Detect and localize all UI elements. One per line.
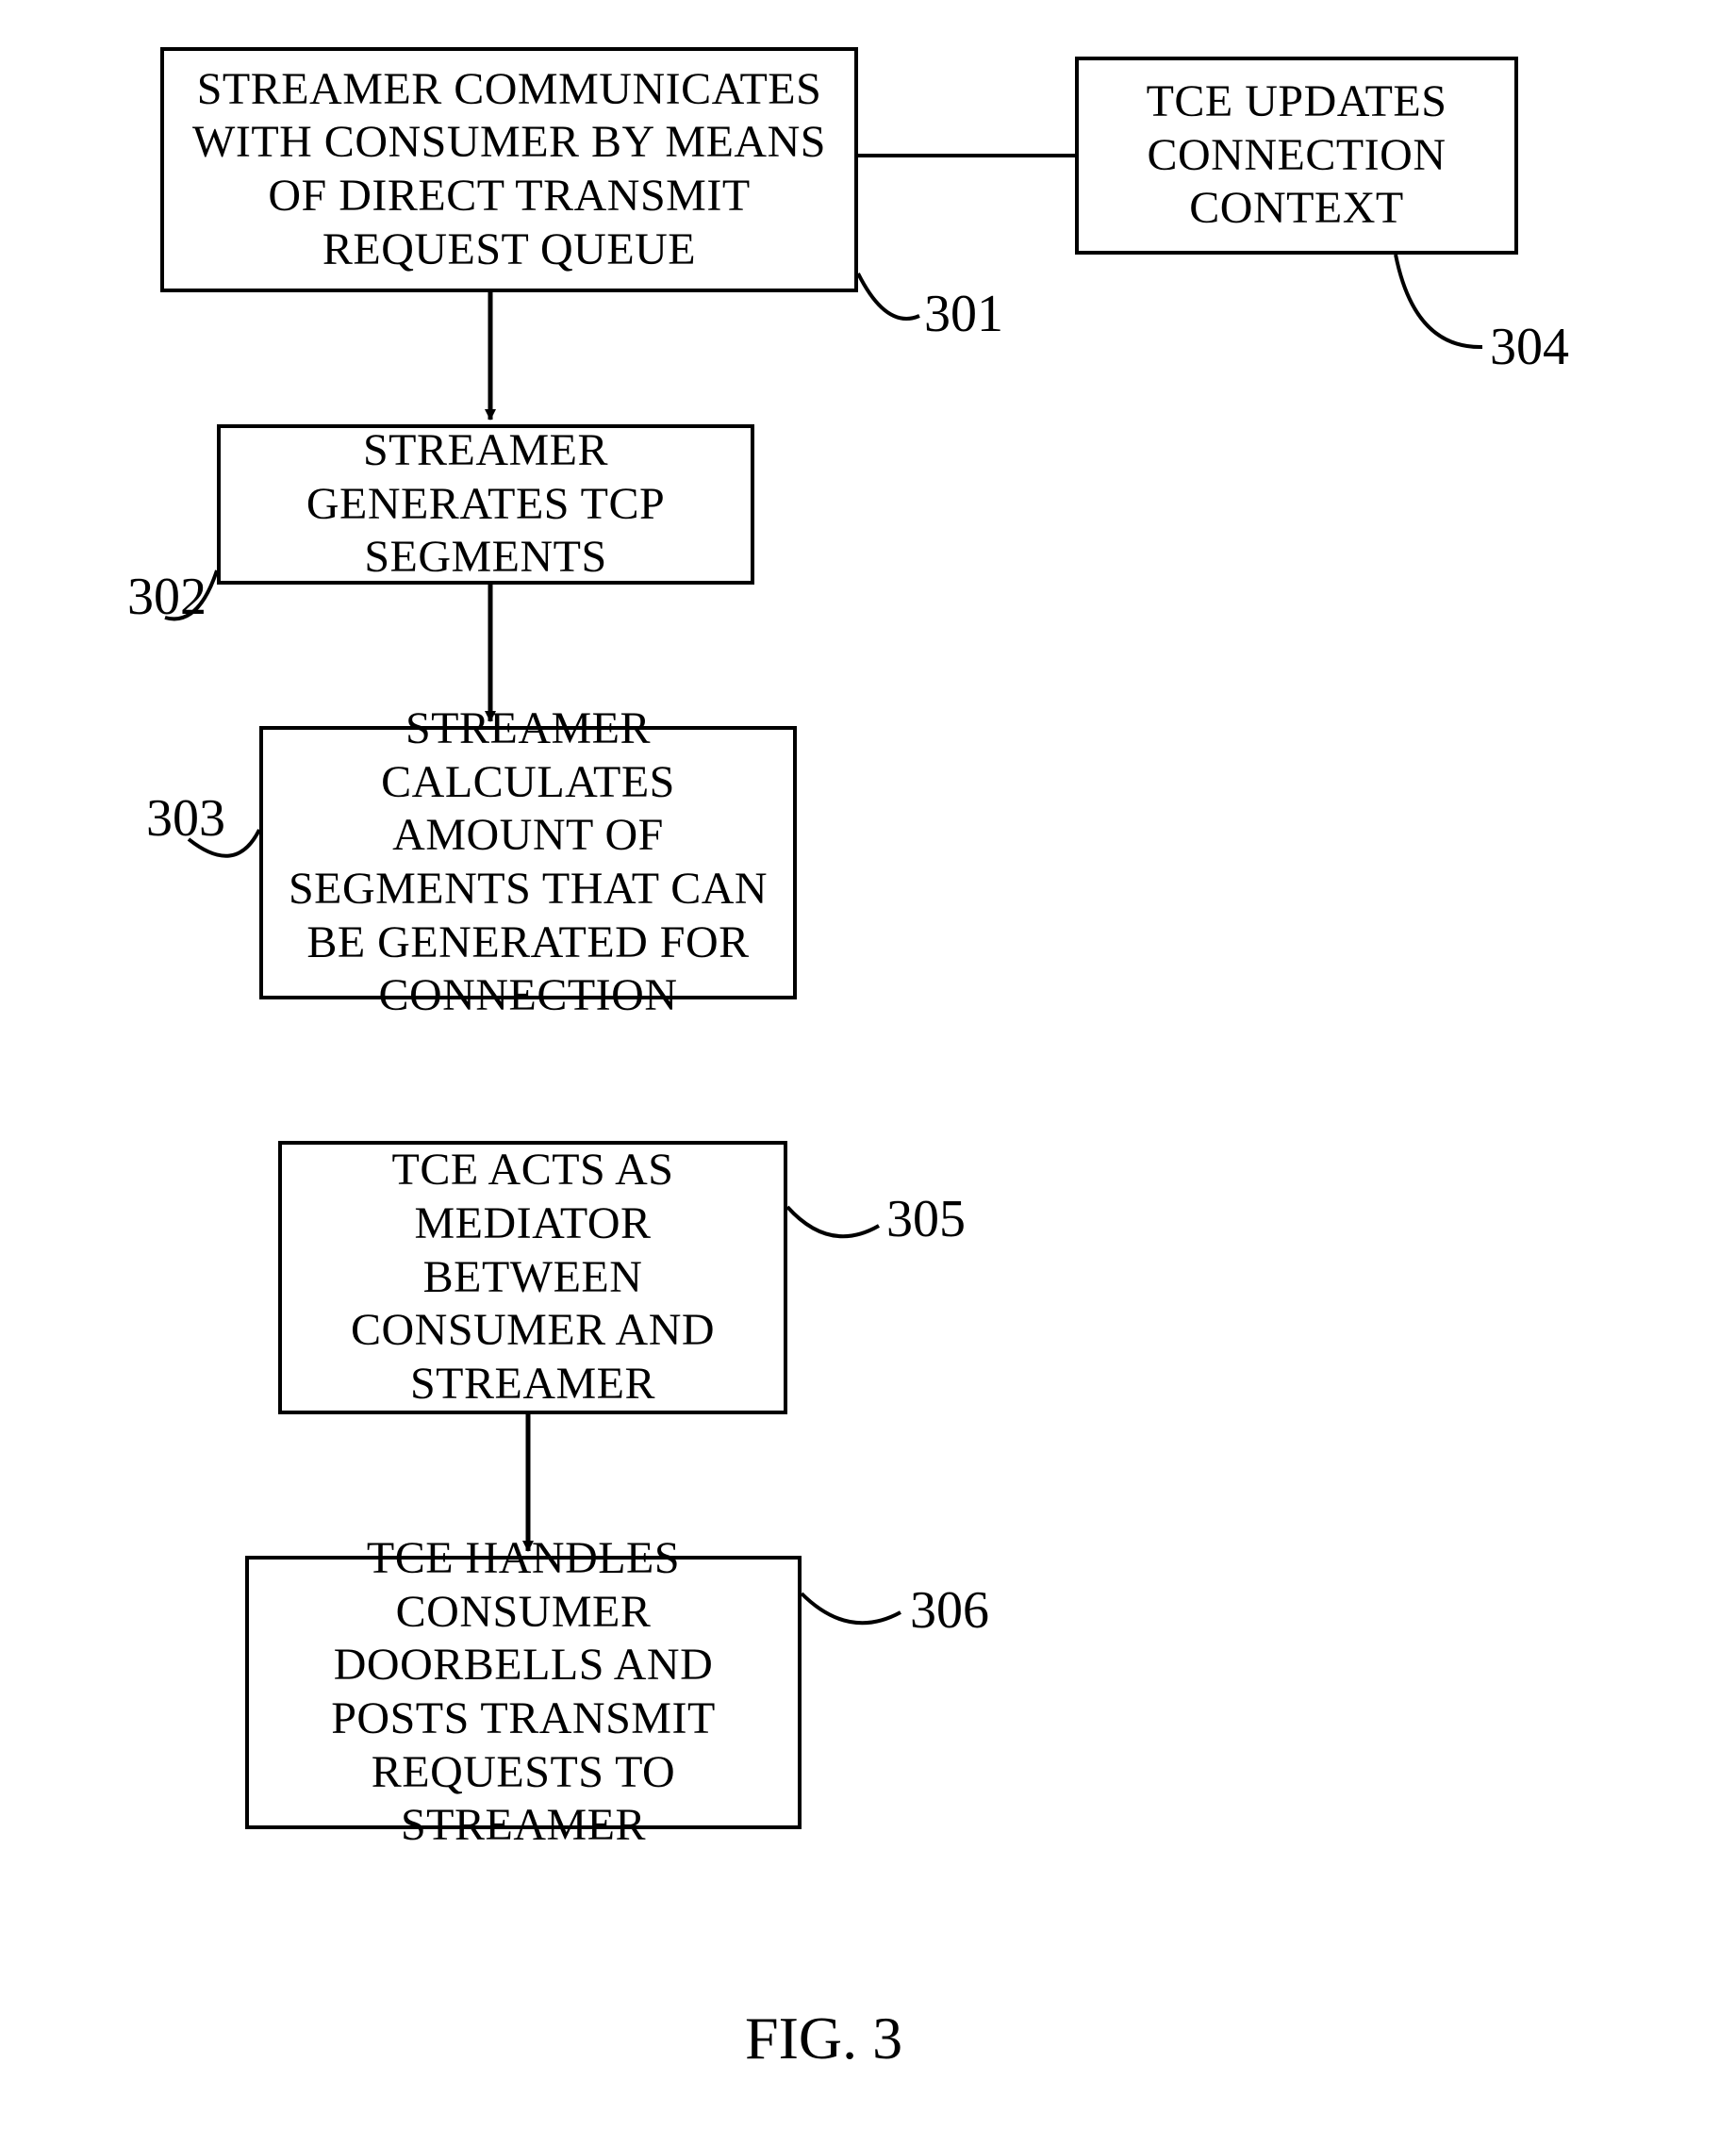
figure-caption: FIG. 3 [745, 2008, 902, 2069]
flow-box-302: STREAMER GENERATES TCP SEGMENTS [217, 424, 754, 585]
ref-label-301: 301 [924, 288, 1003, 340]
flow-box-306: TCE HANDLES CONSUMER DOORBELLS AND POSTS… [245, 1556, 802, 1829]
flow-box-303: STREAMER CALCULATES AMOUNT OF SEGMENTS T… [259, 726, 797, 999]
ref-label-302: 302 [127, 570, 207, 623]
figure-page: STREAMER COMMUNICATES WITH CONSUMER BY M… [0, 0, 1736, 2146]
ref-label-306: 306 [910, 1584, 989, 1637]
ref-label-304: 304 [1490, 321, 1569, 373]
flow-box-305: TCE ACTS AS MEDIATOR BETWEEN CONSUMER AN… [278, 1141, 787, 1414]
flow-box-301: STREAMER COMMUNICATES WITH CONSUMER BY M… [160, 47, 858, 292]
flow-box-304: TCE UPDATES CONNECTION CONTEXT [1075, 57, 1518, 255]
ref-label-305: 305 [886, 1193, 966, 1246]
ref-label-303: 303 [146, 792, 225, 845]
